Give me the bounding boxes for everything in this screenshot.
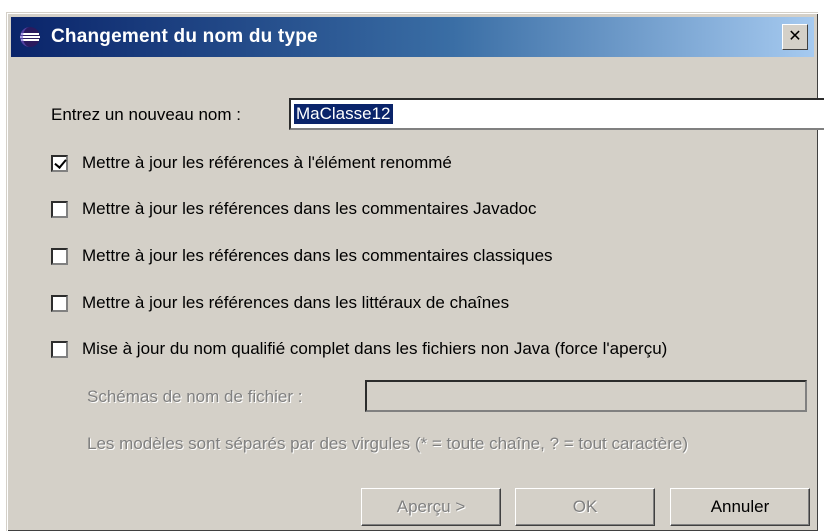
dialog-title: Changement du nom du type [51, 26, 318, 47]
rename-type-dialog: Changement du nom du type ✕ Entrez un no… [6, 12, 824, 531]
checkbox-update-references[interactable] [51, 154, 68, 172]
option-update-string-literals[interactable]: Mettre à jour les références dans les li… [51, 293, 509, 313]
checkbox-update-javadoc[interactable] [51, 200, 68, 218]
new-name-label: Entrez un nouveau nom : [51, 105, 241, 124]
new-name-input[interactable]: MaClasse12 [289, 98, 824, 130]
close-icon: ✕ [788, 28, 802, 45]
option-update-references[interactable]: Mettre à jour les références à l'élément… [51, 153, 452, 173]
option-update-comments[interactable]: Mettre à jour les références dans les co… [51, 246, 553, 266]
file-patterns-hint: Les modèles sont séparés par des virgule… [87, 434, 689, 453]
checkbox-update-comments[interactable] [51, 247, 68, 265]
title-bar[interactable]: Changement du nom du type ✕ [11, 17, 814, 57]
checkbox-update-qualified-name[interactable] [51, 340, 68, 358]
option-label: Mise à jour du nom qualifié complet dans… [82, 339, 668, 358]
eclipse-icon [17, 24, 43, 50]
file-patterns-input[interactable] [365, 380, 807, 412]
cancel-button-label: Annuler [710, 497, 770, 516]
option-label: Mettre à jour les références dans les co… [82, 199, 537, 218]
option-label: Mettre à jour les références dans les li… [82, 293, 510, 312]
file-patterns-label: Schémas de nom de fichier : [87, 387, 303, 406]
cancel-button[interactable]: Annuler [670, 488, 810, 526]
option-update-qualified-name[interactable]: Mise à jour du nom qualifié complet dans… [51, 339, 667, 359]
ok-button[interactable]: OK [515, 488, 655, 526]
close-button[interactable]: ✕ [782, 24, 808, 50]
option-label: Mettre à jour les références à l'élément… [82, 153, 452, 172]
preview-button-label: Aperçu > [396, 497, 466, 516]
option-label: Mettre à jour les références dans les co… [82, 246, 553, 265]
ok-button-label: OK [572, 497, 598, 516]
checkbox-update-string-literals[interactable] [51, 294, 68, 312]
option-update-javadoc[interactable]: Mettre à jour les références dans les co… [51, 199, 536, 219]
preview-button[interactable]: Aperçu > [361, 488, 501, 526]
new-name-value: MaClasse12 [294, 104, 393, 124]
